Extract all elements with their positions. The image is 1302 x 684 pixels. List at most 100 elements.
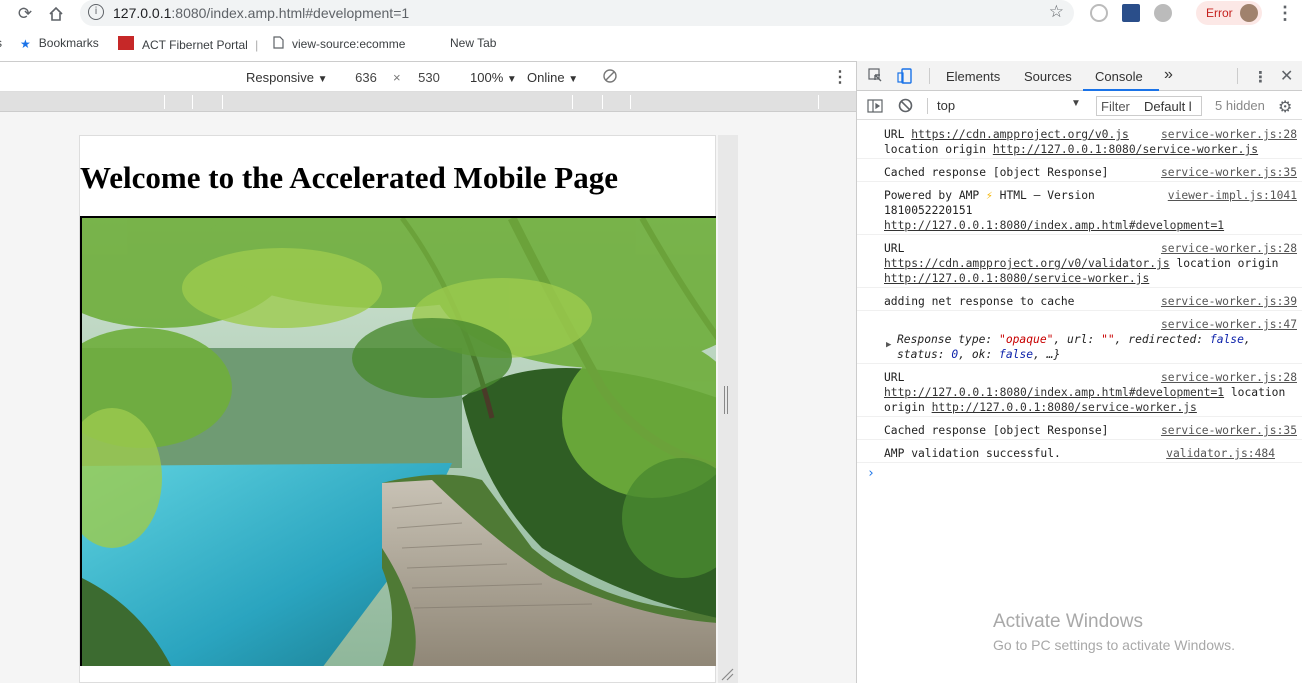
device-toolbar-menu-icon[interactable]: ⋮ xyxy=(832,67,848,87)
ruler-segment[interactable] xyxy=(818,95,819,109)
width-input[interactable]: 636 xyxy=(342,70,390,85)
url-link[interactable]: http://127.0.0.1:8080/service-worker.js xyxy=(884,272,1149,285)
home-icon[interactable] xyxy=(45,3,67,25)
log-levels-select[interactable]: Default l xyxy=(1144,99,1192,114)
object-key: , ok: xyxy=(958,348,1000,361)
source-link[interactable]: service-worker.js:28 xyxy=(1161,241,1297,256)
device-toolbar: Responsive ▼ 636 × 530 100% ▼ Online ▼ ⋮ xyxy=(0,61,856,92)
zoom-select[interactable]: 100% ▼ xyxy=(470,70,517,85)
console-message: service-worker.js:39 adding net response… xyxy=(857,288,1302,311)
page-icon xyxy=(273,36,284,52)
console-prompt-row[interactable]: › xyxy=(857,463,1302,487)
bookmark-label: New Tab xyxy=(450,36,497,50)
media-query-ruler[interactable] xyxy=(0,92,856,112)
tab-console[interactable]: Console xyxy=(1095,69,1143,84)
url-link[interactable]: https://cdn.ampproject.org/v0/validator.… xyxy=(884,257,1170,270)
devtools-panel: Elements Sources Console » ⋮ ✕ top ▼ Fil… xyxy=(856,61,1302,683)
bookmark-item-act[interactable]: ACT Fibernet Portal | xyxy=(118,36,258,52)
source-link[interactable]: service-worker.js:28 xyxy=(1161,370,1297,385)
object-value: "opaque" xyxy=(999,333,1054,346)
url-link[interactable]: http://127.0.0.1:8080/service-worker.js xyxy=(993,143,1258,156)
source-link[interactable]: viewer-impl.js:1041 xyxy=(1168,188,1297,203)
device-mode-select[interactable]: Responsive ▼ xyxy=(246,70,327,85)
expand-triangle-icon[interactable]: ▶ xyxy=(886,338,891,353)
resize-handle-right[interactable] xyxy=(718,135,738,683)
source-link[interactable]: service-worker.js:35 xyxy=(1161,165,1297,180)
object-value: "" xyxy=(1101,333,1115,346)
rotate-icon[interactable] xyxy=(602,68,618,87)
tab-elements[interactable]: Elements xyxy=(946,69,1000,84)
sidebar-toggle-icon[interactable] xyxy=(867,98,883,118)
message-text: Cached response [object Response] xyxy=(884,424,1109,437)
console-log: service-worker.js:28 URL https://cdn.amp… xyxy=(857,121,1302,487)
chevron-down-icon[interactable]: ▼ xyxy=(1071,98,1081,109)
hidden-count: 5 hidden xyxy=(1215,98,1265,113)
console-message: service-worker.js:35 Cached response [ob… xyxy=(857,159,1302,182)
source-link[interactable]: service-worker.js:39 xyxy=(1161,294,1297,309)
device-toolbar-toggle-icon[interactable] xyxy=(897,68,913,88)
object-type: Response xyxy=(897,333,959,346)
ruler-segment[interactable] xyxy=(630,95,631,109)
devtools-menu-icon[interactable]: ⋮ xyxy=(1253,68,1268,86)
message-text: AMP validation successful. xyxy=(884,447,1061,460)
url-link[interactable]: https://cdn.ampproject.org/v0.js xyxy=(911,128,1129,141)
url-link[interactable]: http://127.0.0.1:8080/index.amp.html#dev… xyxy=(884,219,1224,232)
clear-console-icon[interactable] xyxy=(898,98,913,117)
device-viewport: Welcome to the Accelerated Mobile Page xyxy=(79,135,716,683)
close-icon[interactable]: ✕ xyxy=(1280,66,1293,85)
gear-icon[interactable]: ⚙ xyxy=(1278,97,1292,116)
address-bar[interactable]: i 127.0.0.1:8080/index.amp.html#developm… xyxy=(80,0,1074,26)
toolbar-divider xyxy=(1237,68,1238,84)
ruler-segment[interactable] xyxy=(222,95,223,109)
ruler-segment[interactable] xyxy=(164,95,165,109)
message-text: URL xyxy=(884,128,912,141)
object-key: , redirected: xyxy=(1114,333,1210,346)
context-select[interactable]: top xyxy=(937,98,955,113)
source-link[interactable]: service-worker.js:35 xyxy=(1161,423,1297,438)
height-input[interactable]: 530 xyxy=(405,70,453,85)
url-link[interactable]: http://127.0.0.1:8080/service-worker.js xyxy=(932,401,1197,414)
console-message: service-worker.js:35 Cached response [ob… xyxy=(857,417,1302,440)
extension-icon[interactable] xyxy=(1154,4,1172,22)
chrome-menu-icon[interactable]: ⋮ xyxy=(1276,3,1294,24)
resize-grip-icon[interactable] xyxy=(724,386,728,414)
source-link[interactable]: validator.js:484 xyxy=(1166,446,1275,461)
ruler-segment[interactable] xyxy=(602,95,603,109)
resize-corner-icon[interactable] xyxy=(720,667,734,681)
bookmark-star-icon[interactable]: ☆ xyxy=(1049,2,1064,22)
network-throttle-select[interactable]: Online ▼ xyxy=(527,70,578,85)
tab-sources[interactable]: Sources xyxy=(1024,69,1072,84)
url-text: 127.0.0.1:8080/index.amp.html#developmen… xyxy=(113,5,409,21)
chevron-down-icon: ▼ xyxy=(317,74,328,85)
message-text: location origin xyxy=(884,143,993,156)
watermark-subtitle: Go to PC settings to activate Windows. xyxy=(993,637,1235,653)
inspect-element-icon[interactable] xyxy=(868,68,883,87)
more-tabs-button[interactable]: » xyxy=(1164,66,1173,84)
page-heading: Welcome to the Accelerated Mobile Page xyxy=(80,160,618,195)
watermark-title: Activate Windows xyxy=(993,611,1143,632)
clapper-extension-icon[interactable] xyxy=(1122,4,1140,22)
prompt-chevron-icon: › xyxy=(867,466,875,481)
chevron-down-icon: ▼ xyxy=(506,74,517,85)
info-icon[interactable]: i xyxy=(88,4,104,20)
object-key: , …} xyxy=(1033,348,1061,361)
ruler-segment[interactable] xyxy=(192,95,193,109)
activate-windows-watermark: Activate Windows Go to PC settings to ac… xyxy=(993,611,1235,653)
message-text: Powered by AMP xyxy=(884,189,987,202)
reload-icon[interactable]: ⟳ xyxy=(14,3,36,25)
console-filter-input[interactable]: Filter Default l xyxy=(1096,96,1202,116)
ruler-segment[interactable] xyxy=(572,95,573,109)
bookmarks-bar: s ★ Bookmarks ACT Fibernet Portal | view-… xyxy=(0,33,1302,55)
source-link[interactable]: service-worker.js:28 xyxy=(1161,127,1297,142)
url-link[interactable]: http://127.0.0.1:8080/index.amp.html#dev… xyxy=(884,386,1224,399)
bookmark-item-view-source[interactable]: view-source:ecomme xyxy=(273,36,405,52)
source-link[interactable]: service-worker.js:47 xyxy=(1161,318,1297,331)
object-key: , url: xyxy=(1053,333,1102,346)
bookmark-overflow[interactable]: s xyxy=(0,36,2,50)
forest-lake-photo xyxy=(80,216,716,666)
bookmark-item-bookmarks[interactable]: ★ Bookmarks xyxy=(20,36,99,51)
profile-error-button[interactable]: Error xyxy=(1196,1,1262,25)
skype-extension-icon[interactable] xyxy=(1090,4,1108,22)
bookmark-item-new-tab[interactable]: New Tab xyxy=(450,36,496,50)
toolbar-divider xyxy=(927,98,928,114)
